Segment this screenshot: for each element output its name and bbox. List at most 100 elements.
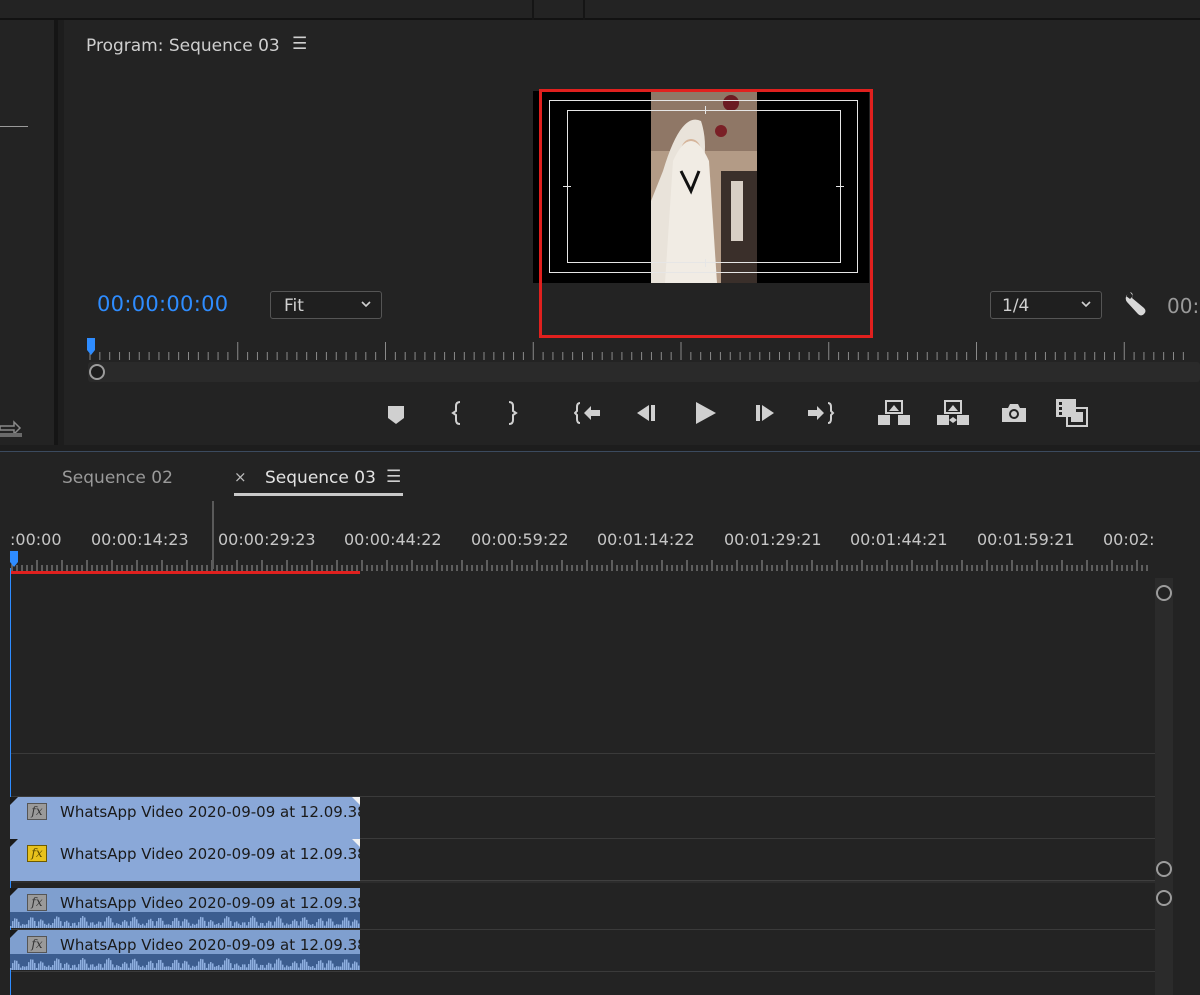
- zoom-level-select[interactable]: Fit: [270, 291, 382, 319]
- waveform-bar: [110, 918, 112, 928]
- fx-badge[interactable]: fx: [27, 803, 47, 820]
- monitor-menu-icon[interactable]: ☰: [292, 34, 307, 54]
- extract-icon[interactable]: [936, 398, 970, 428]
- waveform-bar: [96, 965, 98, 970]
- waveform-bar: [118, 965, 120, 970]
- waveform-bar: [128, 925, 130, 928]
- waveform-bar: [134, 916, 136, 928]
- lift-icon[interactable]: [877, 398, 911, 428]
- waveform-bar: [32, 959, 34, 970]
- waveform-bar: [330, 918, 332, 928]
- scrollbar-handle[interactable]: [1156, 861, 1172, 877]
- waveform-bar: [62, 967, 64, 970]
- wrench-icon[interactable]: [1122, 290, 1148, 318]
- audio-clip[interactable]: fx WhatsApp Video 2020-09-09 at 12.09.38…: [10, 930, 360, 970]
- waveform-bar: [290, 966, 292, 970]
- waveform-bar: [284, 925, 286, 928]
- waveform-bar: [332, 963, 334, 970]
- waveform-bar: [318, 918, 320, 928]
- audio-clip[interactable]: fx WhatsApp Video 2020-09-09 at 12.09.38…: [10, 888, 360, 928]
- waveform-bar: [324, 967, 326, 970]
- waveform-bar: [28, 920, 30, 928]
- play-icon[interactable]: [692, 398, 718, 428]
- waveform-bar: [320, 960, 322, 970]
- waveform-bar: [142, 923, 144, 928]
- waveform-bar: [240, 925, 242, 928]
- waveform-bar: [318, 960, 320, 970]
- waveform-bar: [262, 923, 264, 928]
- tab-sequence-02[interactable]: Sequence 02: [62, 468, 173, 488]
- playhead-timecode[interactable]: 00:00:00:00: [97, 292, 228, 316]
- timeline-menu-icon[interactable]: ☰: [386, 467, 401, 487]
- video-clip[interactable]: fx WhatsApp Video 2020-09-09 at 12.09.38…: [10, 839, 360, 881]
- waveform-bar: [140, 924, 142, 928]
- waveform-bar: [266, 922, 268, 928]
- monitor-zoom-scrollbar[interactable]: [88, 362, 1200, 382]
- step-forward-icon[interactable]: [752, 398, 778, 428]
- scrollbar-handle[interactable]: [1156, 890, 1172, 906]
- ruler-label: 00:01:59:21: [977, 530, 1075, 549]
- clip-end-corner-icon: [352, 839, 360, 847]
- waveform-bar: [20, 967, 22, 970]
- waveform-bar: [254, 917, 256, 928]
- close-icon[interactable]: ×: [234, 468, 247, 486]
- add-marker-icon[interactable]: [385, 398, 407, 428]
- scrollbar-handle[interactable]: [89, 364, 105, 380]
- waveform-bar: [56, 916, 58, 928]
- audio-waveform: [10, 954, 360, 970]
- waveform-bar: [148, 961, 150, 970]
- waveform-bar: [268, 920, 270, 928]
- waveform-bar: [44, 965, 46, 970]
- waveform-bar: [92, 964, 94, 970]
- timeline-vertical-scrollbar[interactable]: [1155, 578, 1173, 995]
- waveform-bar: [14, 960, 16, 970]
- fx-badge[interactable]: fx: [27, 845, 47, 862]
- waveform-bar: [224, 960, 226, 970]
- timeline-time-ruler[interactable]: [10, 558, 1150, 572]
- button-editor-icon[interactable]: [1055, 398, 1089, 428]
- monitor-time-ruler[interactable]: [88, 338, 1200, 362]
- go-to-out-icon[interactable]: [806, 398, 836, 428]
- waveform-bar: [168, 924, 170, 928]
- mark-out-icon[interactable]: [504, 398, 520, 428]
- waveform-bar: [234, 964, 236, 970]
- fx-badge[interactable]: fx: [27, 894, 47, 911]
- waveform-bar: [240, 967, 242, 970]
- track-divider: [10, 753, 1155, 754]
- waveform-bar: [256, 921, 258, 928]
- waveform-bar: [334, 925, 336, 928]
- waveform-bar: [98, 921, 100, 928]
- export-frame-icon[interactable]: [1000, 398, 1028, 428]
- video-clip[interactable]: fx WhatsApp Video 2020-09-09 at 12.09.38…: [10, 797, 360, 839]
- fx-badge[interactable]: fx: [27, 936, 47, 953]
- step-back-icon[interactable]: [633, 398, 659, 428]
- waveform-bar: [42, 962, 44, 970]
- waveform-bar: [222, 922, 224, 928]
- waveform-bar: [34, 962, 36, 970]
- waveform-bar: [46, 966, 48, 970]
- playback-resolution-select[interactable]: 1/4: [990, 291, 1102, 319]
- waveform-bar: [82, 916, 84, 928]
- waveform-bar: [188, 922, 190, 928]
- mark-in-icon[interactable]: [449, 398, 465, 428]
- waveform-bar: [328, 918, 330, 928]
- waveform-bar: [238, 923, 240, 928]
- waveform-bar: [298, 967, 300, 970]
- tab-sequence-03[interactable]: Sequence 03: [265, 468, 376, 488]
- waveform-bar: [90, 922, 92, 928]
- go-to-in-icon[interactable]: [574, 398, 602, 428]
- waveform-bar: [114, 967, 116, 970]
- new-bin-icon[interactable]: [0, 418, 22, 438]
- timeline-playhead-icon[interactable]: [9, 551, 19, 569]
- waveform-bar: [356, 962, 358, 970]
- waveform-bar: [154, 925, 156, 928]
- clip-name: WhatsApp Video 2020-09-09 at 12.09.38.m: [60, 845, 360, 863]
- waveform-bar: [18, 963, 20, 970]
- waveform-bar: [138, 965, 140, 970]
- waveform-bar: [158, 959, 160, 970]
- scrollbar-handle[interactable]: [1156, 585, 1172, 601]
- waveform-bar: [80, 959, 82, 970]
- waveform-bar: [130, 921, 132, 928]
- waveform-bar: [204, 920, 206, 928]
- monitor-playhead-icon[interactable]: [86, 338, 96, 358]
